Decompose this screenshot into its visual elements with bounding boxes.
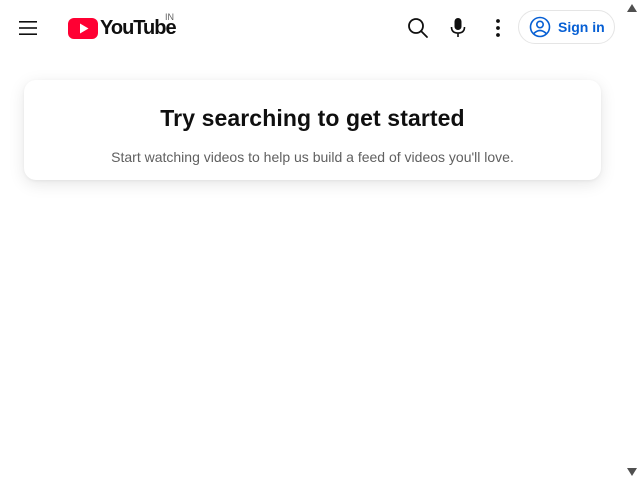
settings-more-button[interactable] (482, 12, 514, 44)
search-button[interactable] (402, 12, 434, 44)
account-circle-icon (529, 16, 551, 38)
microphone-icon (450, 18, 466, 37)
sign-in-button[interactable]: Sign in (518, 10, 615, 44)
youtube-home-page: YouTube IN Sign in Try searching to get … (0, 0, 640, 480)
search-icon (408, 18, 428, 38)
empty-feed-title: Try searching to get started (160, 105, 465, 131)
more-vertical-icon (496, 19, 500, 37)
country-code: IN (165, 12, 174, 22)
scroll-down-arrow-icon[interactable] (627, 468, 637, 476)
guide-menu-button[interactable] (12, 12, 44, 44)
youtube-logo[interactable]: YouTube (68, 14, 177, 42)
youtube-play-logo-icon (68, 17, 98, 39)
masthead: YouTube IN Sign in (0, 0, 625, 56)
page-scrollbar[interactable] (625, 0, 640, 480)
voice-search-button[interactable] (442, 12, 474, 44)
hamburger-menu-icon (19, 21, 37, 35)
empty-feed-subtitle: Start watching videos to help us build a… (111, 149, 514, 165)
sign-in-label: Sign in (558, 19, 605, 35)
scroll-up-arrow-icon[interactable] (627, 4, 637, 12)
empty-feed-card: Try searching to get started Start watch… (24, 80, 601, 180)
